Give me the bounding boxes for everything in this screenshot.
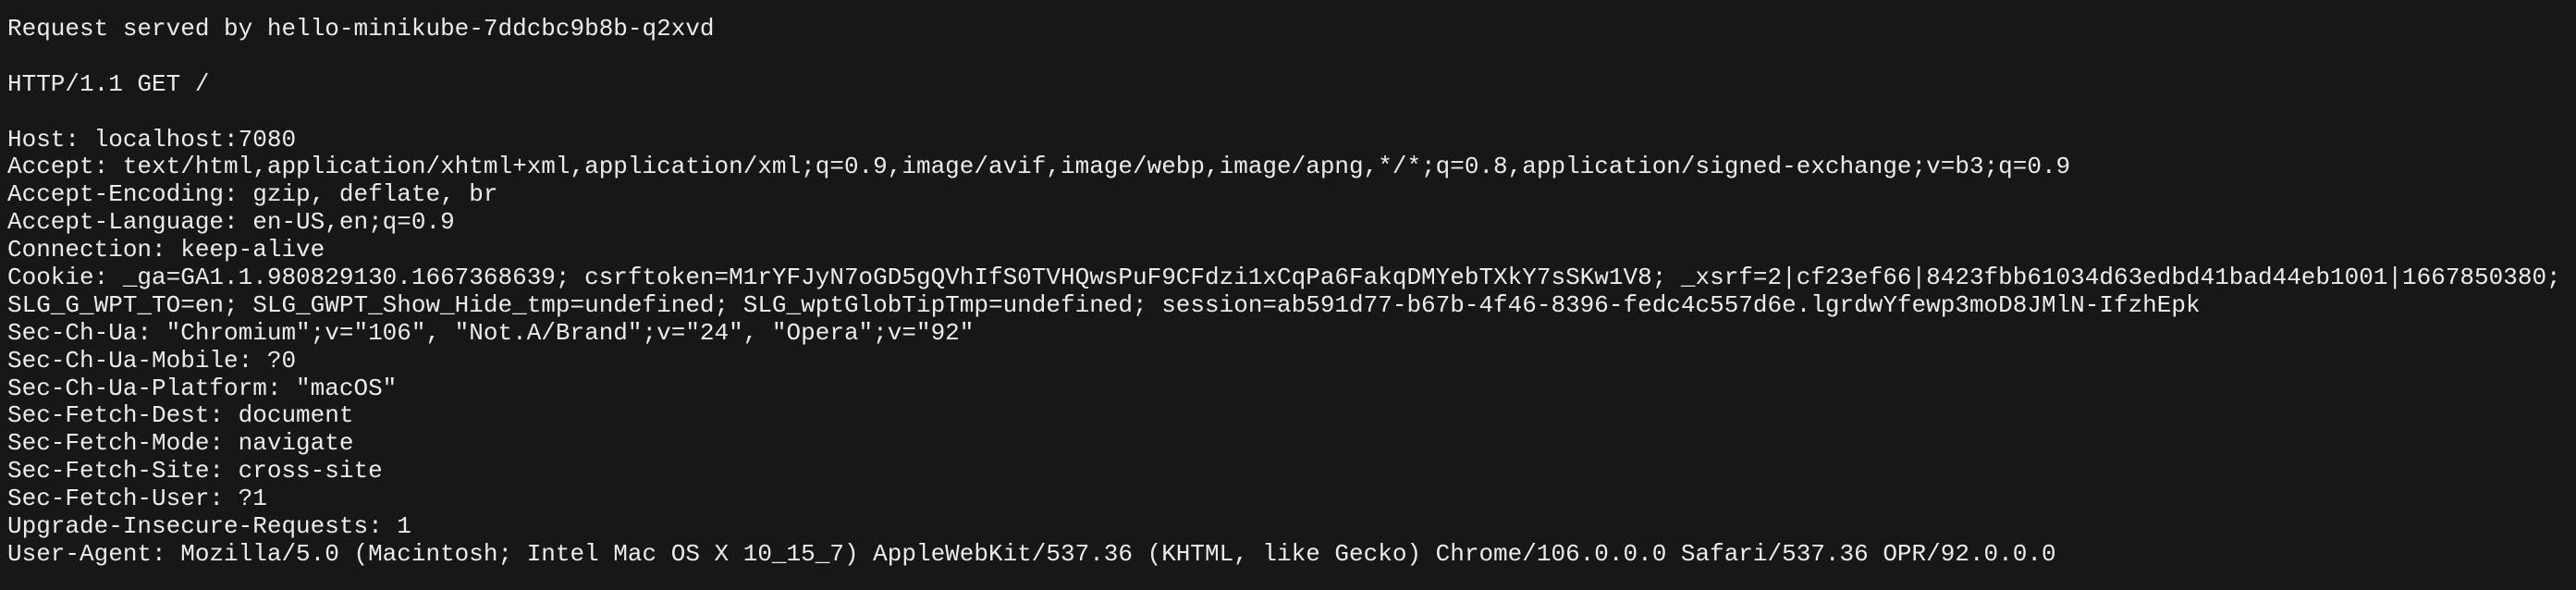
header-sec-ch-ua: Sec-Ch-Ua: "Chromium";v="106", "Not.A/Br… [7, 318, 975, 347]
served-by-line: Request served by hello-minikube-7ddcbc9… [7, 15, 715, 43]
request-line: HTTP/1.1 GET / [7, 69, 210, 98]
response-body: Request served by hello-minikube-7ddcbc9… [0, 0, 2576, 569]
header-user-agent: User-Agent: Mozilla/5.0 (Macintosh; Inte… [7, 539, 2056, 568]
header-accept-language: Accept-Language: en-US,en;q=0.9 [7, 208, 455, 237]
header-host: Host: localhost:7080 [7, 125, 297, 154]
header-sec-fetch-mode: Sec-Fetch-Mode: navigate [7, 429, 354, 458]
header-sec-fetch-dest: Sec-Fetch-Dest: document [7, 401, 354, 430]
header-upgrade-insecure-requests: Upgrade-Insecure-Requests: 1 [7, 512, 411, 541]
header-accept-encoding: Accept-Encoding: gzip, deflate, br [7, 180, 498, 209]
header-sec-ch-ua-platform: Sec-Ch-Ua-Platform: "macOS" [7, 374, 398, 402]
header-accept: Accept: text/html,application/xhtml+xml,… [7, 153, 2071, 181]
header-sec-fetch-site: Sec-Fetch-Site: cross-site [7, 457, 383, 486]
header-cookie: Cookie: _ga=GA1.1.980829130.1667368639; … [7, 264, 2561, 292]
header-sec-fetch-user: Sec-Fetch-User: ?1 [7, 485, 267, 513]
header-cookie-continued: SLG_G_WPT_TO=en; SLG_GWPT_Show_Hide_tmp=… [7, 290, 2201, 319]
header-connection: Connection: keep-alive [7, 236, 325, 264]
header-sec-ch-ua-mobile: Sec-Ch-Ua-Mobile: ?0 [7, 346, 297, 375]
